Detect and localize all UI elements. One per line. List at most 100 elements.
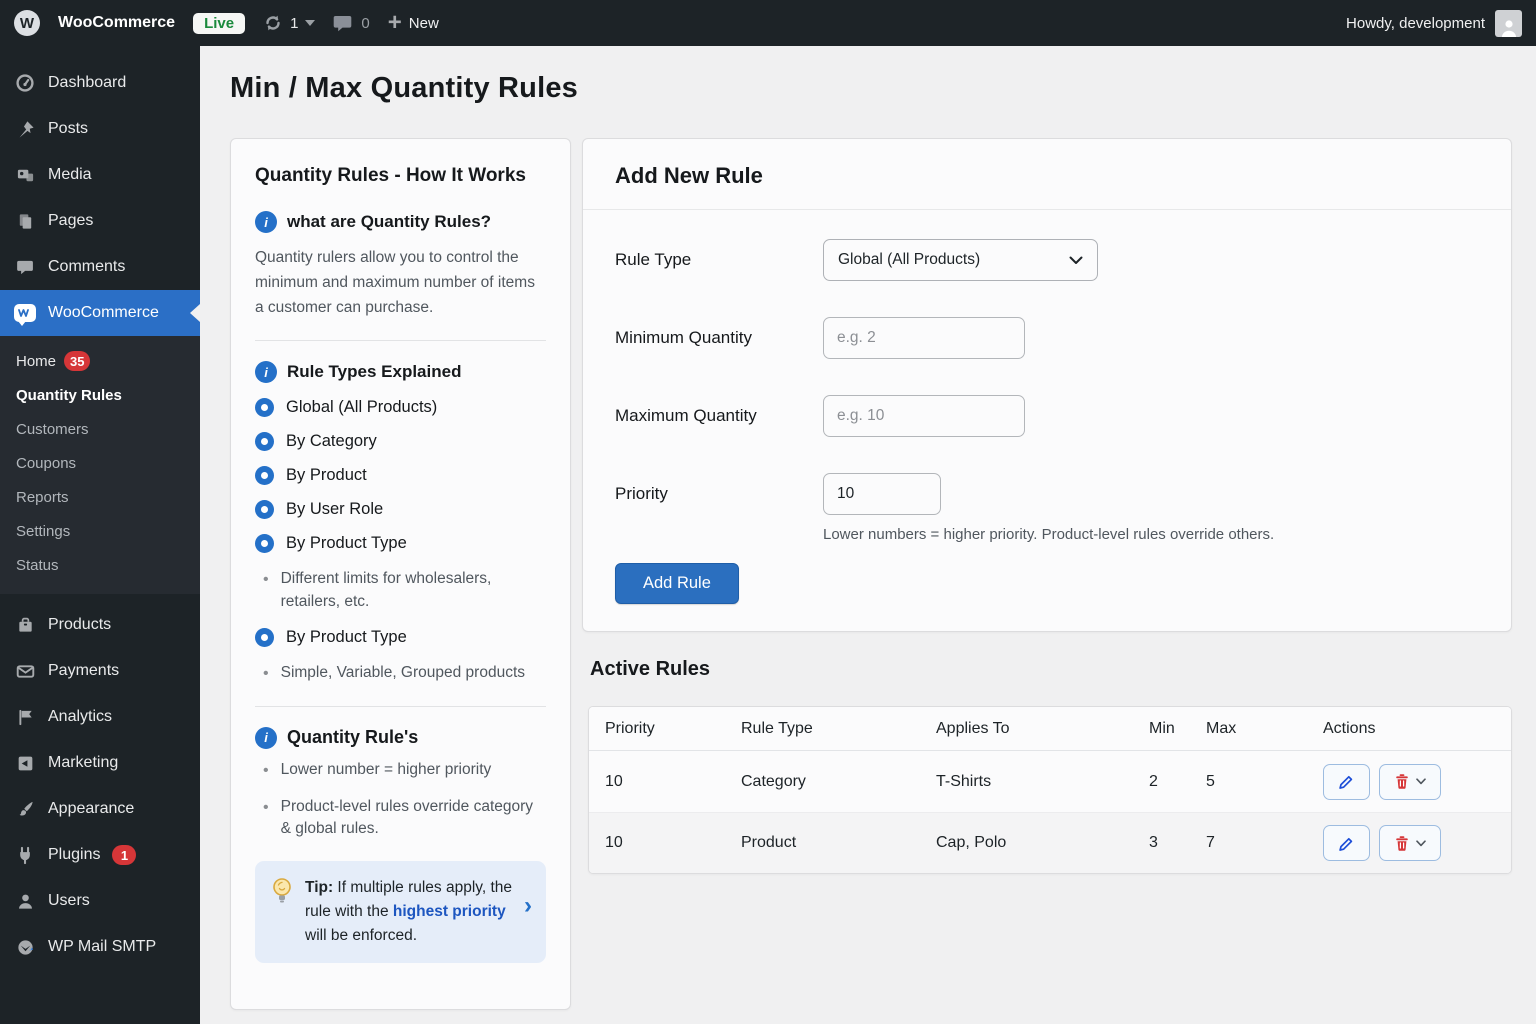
- rule-type-item: By Category: [255, 432, 546, 452]
- avatar: [1495, 9, 1522, 37]
- submenu-item-quantity-rules[interactable]: Quantity Rules: [0, 378, 200, 412]
- account-menu[interactable]: Howdy, development: [1346, 9, 1536, 37]
- chevron-right-icon[interactable]: ›: [524, 893, 532, 918]
- radio-dot-icon: [255, 432, 274, 452]
- sidebar-item-label: Dashboard: [48, 74, 127, 91]
- note-text: Lower number = higher priority: [280, 760, 492, 778]
- cell-rule-type: Category: [741, 772, 806, 790]
- sidebar-item-woocommerce[interactable]: WooCommerce: [0, 290, 200, 336]
- sidebar-item-users[interactable]: Users: [0, 878, 200, 924]
- site-name-link[interactable]: WooCommerce: [58, 14, 175, 32]
- sidebar-item-posts[interactable]: Posts: [0, 106, 200, 152]
- sidebar-item-label: WooCommerce: [48, 304, 159, 321]
- sidebar-item-dashboard[interactable]: Dashboard: [0, 60, 200, 106]
- comments-button[interactable]: 0: [333, 14, 370, 33]
- priority-input[interactable]: [823, 473, 941, 515]
- comment-count: 0: [361, 14, 370, 32]
- min-quantity-input[interactable]: [823, 317, 1025, 359]
- min-quantity-field-label: Minimum Quantity: [615, 328, 752, 347]
- rule-type-label: By Product Type: [286, 534, 407, 553]
- sidebar-item-label: Products: [48, 616, 112, 633]
- cell-rule-type: Product: [741, 834, 797, 851]
- new-button[interactable]: + New: [388, 11, 439, 35]
- radio-dot-icon: [255, 398, 274, 418]
- radio-dot-icon: [255, 534, 274, 554]
- max-quantity-input[interactable]: [823, 395, 1025, 437]
- chevron-down-icon: [1416, 778, 1426, 785]
- bullet-icon: •: [263, 798, 269, 816]
- column-header: Max: [1206, 719, 1237, 737]
- sidebar-item-label: Analytics: [48, 708, 113, 725]
- sidebar-item-appearance[interactable]: Appearance: [0, 786, 200, 832]
- submenu-item-settings[interactable]: Settings: [0, 514, 200, 548]
- sidebar-item-analytics[interactable]: Analytics: [0, 694, 200, 740]
- sidebar-item-label: Comments: [48, 258, 126, 275]
- sidebar-item-marketing[interactable]: Marketing: [0, 740, 200, 786]
- info-icon: i: [255, 211, 277, 233]
- cell-min: 2: [1149, 772, 1158, 790]
- note-text: Product-level rules override category & …: [280, 797, 534, 838]
- add-rule-button[interactable]: Add Rule: [615, 563, 739, 604]
- tip-label: Tip:: [305, 878, 334, 896]
- updates-button[interactable]: 1: [263, 13, 316, 33]
- products-box-icon: [14, 616, 36, 635]
- rule-type-item: By Product Type: [255, 534, 546, 554]
- payments-icon: [14, 662, 36, 681]
- speech-bubble-icon: [14, 258, 36, 277]
- submenu-item-status[interactable]: Status: [0, 548, 200, 582]
- sidebar-item-plugins[interactable]: Plugins 1: [0, 832, 200, 878]
- edit-rule-button[interactable]: [1323, 825, 1370, 861]
- cell-applies-to: Cap, Polo: [936, 834, 1007, 851]
- sidebar-item-wp-mail-smtp[interactable]: WP Mail SMTP: [0, 924, 200, 970]
- rule-type-item: By Product Type: [255, 628, 546, 648]
- rule-type-item: By User Role: [255, 500, 546, 520]
- update-refresh-icon: [263, 13, 283, 33]
- submenu-item-label: Customers: [16, 420, 89, 438]
- trash-icon: [1396, 835, 1408, 851]
- sidebar-item-label: Posts: [48, 120, 89, 137]
- howdy-text: Howdy, development: [1346, 14, 1485, 32]
- rule-type-field-label: Rule Type: [615, 250, 692, 269]
- woocommerce-submenu: Home 35 Quantity Rules Customers Coupons…: [0, 336, 200, 594]
- sidebar-item-payments[interactable]: Payments: [0, 648, 200, 694]
- submenu-item-home[interactable]: Home 35: [0, 344, 200, 378]
- rule-type-label: By Category: [286, 432, 377, 451]
- cell-max: 5: [1206, 772, 1215, 790]
- sidebar-item-products[interactable]: Products: [0, 602, 200, 648]
- delete-rule-button[interactable]: [1379, 825, 1441, 861]
- chevron-down-icon: [1416, 839, 1426, 846]
- note-text: Different limits for wholesalers, retail…: [280, 570, 492, 610]
- woocommerce-icon: [14, 304, 36, 326]
- paintbrush-icon: [14, 800, 36, 819]
- sidebar-item-pages[interactable]: Pages: [0, 198, 200, 244]
- wp-mail-smtp-icon: [14, 938, 36, 957]
- section-heading: Rule Types Explained: [287, 362, 462, 382]
- table-row: 10 Category T-Shirts 2 5: [589, 751, 1511, 812]
- submenu-item-label: Status: [16, 556, 59, 574]
- wordpress-logo-icon[interactable]: W: [14, 10, 40, 36]
- sidebar-item-media[interactable]: Media: [0, 152, 200, 198]
- submenu-item-reports[interactable]: Reports: [0, 480, 200, 514]
- submenu-item-coupons[interactable]: Coupons: [0, 446, 200, 480]
- sidebar-item-comments[interactable]: Comments: [0, 244, 200, 290]
- sidebar-item-label: WP Mail SMTP: [48, 938, 157, 955]
- select-chevron-down-icon: [1069, 256, 1083, 265]
- sidebar-item-label: Media: [48, 166, 92, 183]
- info-panel-title: Quantity Rules - How It Works: [255, 165, 526, 186]
- priority-field-label: Priority: [615, 484, 668, 503]
- cell-priority: 10: [605, 772, 623, 790]
- divider: [255, 340, 546, 342]
- delete-rule-button[interactable]: [1379, 763, 1441, 800]
- sidebar-item-label: Payments: [48, 662, 120, 679]
- cell-max: 7: [1206, 834, 1215, 851]
- rule-type-note: • Different limits for wholesalers, reta…: [263, 568, 546, 613]
- rule-type-select[interactable]: Global (All Products): [823, 239, 1098, 281]
- column-header: Priority: [605, 719, 655, 737]
- pencil-icon: [1339, 837, 1353, 851]
- pencil-icon: [1339, 775, 1353, 789]
- page-title: Min / Max Quantity Rules: [230, 72, 579, 104]
- dashboard-gauge-icon: [14, 73, 36, 93]
- cell-priority: 10: [605, 834, 623, 851]
- submenu-item-customers[interactable]: Customers: [0, 412, 200, 446]
- edit-rule-button[interactable]: [1323, 763, 1370, 800]
